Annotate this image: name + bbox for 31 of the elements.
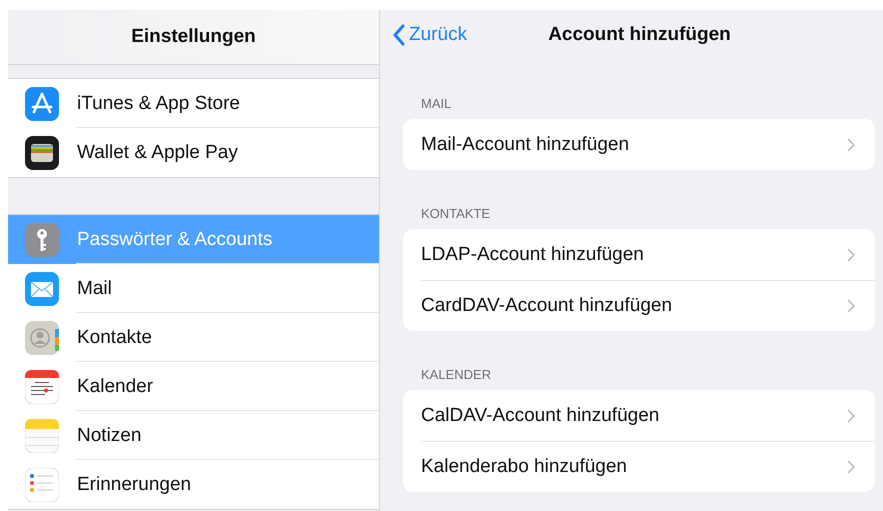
sidebar-item[interactable]: Kontakte — [8, 313, 379, 362]
mail-icon — [25, 272, 59, 306]
section-header: KALENDER — [420, 366, 492, 384]
notes-icon — [25, 418, 59, 452]
list-row[interactable]: Kalenderabo hinzufügen — [403, 441, 875, 492]
app-store-icon — [25, 86, 59, 120]
sidebar-item[interactable]: Wallet & Apple Pay — [8, 128, 379, 177]
calendar-icon — [25, 370, 59, 404]
list-row[interactable]: CalDAV-Account hinzufügen — [403, 390, 875, 441]
chevron-right-icon — [847, 408, 855, 422]
chevron-right-icon — [847, 248, 855, 262]
section-header: MAIL — [420, 95, 452, 113]
sidebar-title: Einstellungen — [131, 26, 256, 48]
sidebar-item[interactable]: Mail — [8, 264, 379, 313]
sidebar-item[interactable]: Kalender — [8, 362, 379, 411]
chevron-left-icon — [392, 24, 405, 46]
sidebar-item[interactable]: iTunes & App Store — [8, 79, 379, 128]
reminders-icon — [25, 468, 59, 502]
list-row[interactable]: CardDAV-Account hinzufügen — [403, 280, 875, 331]
section-header: KONTAKTE — [420, 205, 492, 223]
list-row[interactable]: Mail-Account hinzufügen — [403, 119, 875, 170]
chevron-right-icon — [847, 298, 855, 312]
sidebar-item[interactable]: Notizen — [8, 411, 379, 460]
page-title: Account hinzufügen — [548, 24, 731, 46]
list-row[interactable]: LDAP-Account hinzufügen — [403, 229, 875, 280]
contacts-icon — [25, 320, 59, 354]
sidebar-item[interactable]: Erinnerungen — [8, 460, 379, 509]
key-icon — [25, 222, 59, 256]
chevron-right-icon — [847, 138, 855, 152]
wallet-icon — [25, 136, 59, 170]
chevron-right-icon — [847, 460, 855, 474]
